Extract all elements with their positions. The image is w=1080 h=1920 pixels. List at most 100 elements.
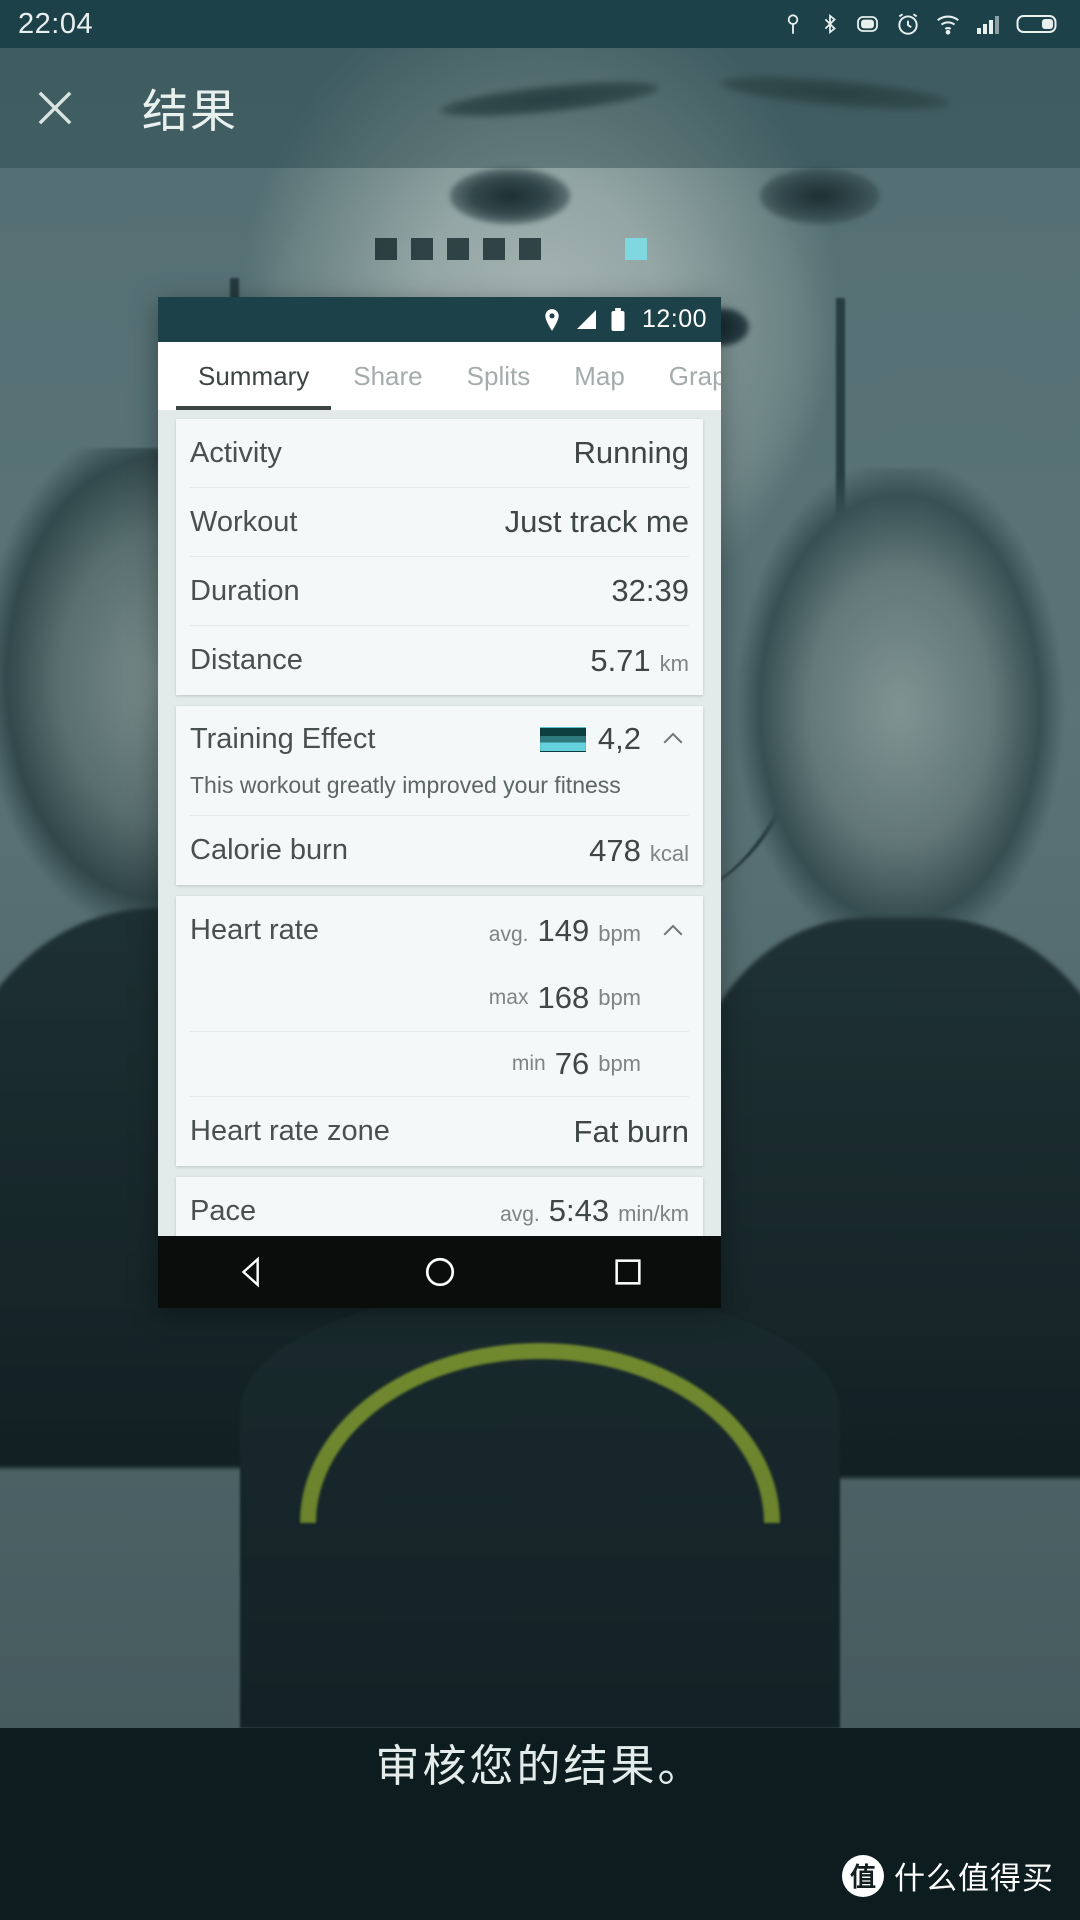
battery-icon [610, 307, 626, 332]
workout-value: Just track me [504, 504, 689, 539]
bluetooth-icon [819, 11, 841, 37]
row-workout: Workout Just track me [190, 488, 689, 557]
hr-min-qualifier: min [511, 1052, 546, 1075]
hr-avg-value: 149 [537, 912, 590, 948]
close-icon [29, 82, 81, 134]
hr-max-value: 168 [537, 980, 590, 1015]
distance-unit: km [659, 650, 689, 676]
row-duration: Duration 32:39 [190, 557, 689, 626]
tab-map[interactable]: Map [552, 342, 647, 410]
training-effect-bar-icon [539, 726, 586, 752]
hr-max-unit: bpm [598, 985, 641, 1010]
summary-sheet[interactable]: Activity Running Workout Just track me D… [158, 410, 721, 1252]
calorie-value: 478 [589, 832, 641, 868]
row-label: Training Effect [190, 722, 376, 755]
nfc-icon [854, 11, 882, 37]
pace-qualifier: avg. [500, 1203, 540, 1226]
back-icon[interactable] [235, 1255, 269, 1289]
row-label: Heart rate [190, 914, 319, 946]
os-clock: 22:04 [18, 7, 94, 40]
hr-min-unit: bpm [598, 1051, 641, 1076]
tab-label: Graphs [668, 360, 721, 391]
duration-value: 32:39 [611, 573, 689, 608]
tab-bar: Summary Share Splits Map Graphs Zones [158, 342, 721, 410]
row-calorie-burn: Calorie burn 478 kcal [190, 816, 689, 885]
inner-phone-screenshot: 12:00 Summary Share Splits Map Graphs Zo… [158, 297, 721, 1307]
close-button[interactable] [0, 48, 110, 168]
signal-icon [975, 12, 1003, 36]
os-status-bar: 22:04 [0, 0, 1080, 48]
card-training-effect: Training Effect 4,2 This workout greatly… [176, 706, 703, 885]
wifi-icon [934, 11, 962, 37]
card-basics: Activity Running Workout Just track me D… [176, 419, 703, 695]
recents-icon[interactable] [612, 1256, 644, 1288]
app-bar: 结果 [0, 48, 1080, 168]
watermark: 值 什么值得买 [842, 1853, 1054, 1898]
hr-min-value: 76 [554, 1046, 590, 1081]
calorie-unit: kcal [649, 840, 689, 866]
pager-dot[interactable] [375, 238, 397, 260]
caption-text: 审核您的结果。 [375, 1742, 705, 1791]
tab-share[interactable]: Share [331, 342, 444, 410]
row-label: Calorie burn [190, 834, 348, 866]
row-value: avg. 5:43 min/km [500, 1193, 689, 1229]
watermark-text: 什么值得买 [894, 1861, 1054, 1896]
signal-icon [574, 309, 598, 331]
row-heart-rate-min: min 76 bpm [190, 1031, 689, 1097]
alarm-icon [895, 11, 921, 37]
card-heart-rate: Heart rate avg. 149 bpm max 168 bpm min … [176, 896, 703, 1166]
phone-clock: 12:00 [641, 305, 707, 333]
activity-value: Running [573, 435, 689, 470]
row-value: 478 kcal [589, 833, 689, 869]
page-title: 结果 [142, 85, 238, 137]
row-value: Running [574, 435, 689, 471]
home-icon[interactable] [423, 1255, 457, 1289]
pace-value: 5:43 [548, 1193, 610, 1228]
pager-dots [375, 238, 647, 260]
chevron-up-icon[interactable] [657, 916, 689, 946]
row-distance: Distance 5.71 km [190, 626, 689, 695]
hr-avg-qualifier: avg. [488, 922, 529, 946]
tab-label: Summary [198, 360, 310, 391]
row-value: Just track me [505, 504, 689, 540]
battery-icon [1016, 12, 1062, 36]
android-nav-bar [158, 1236, 721, 1308]
os-status-icons [780, 11, 1062, 37]
row-value: Fat burn [574, 1114, 689, 1150]
pager-dot[interactable] [447, 238, 469, 260]
training-effect-value: 4,2 [597, 721, 641, 756]
pace-unit: min/km [618, 1201, 689, 1226]
tab-label: Splits [466, 360, 531, 391]
row-value: avg. 149 bpm [489, 913, 641, 949]
hr-max-qualifier: max [488, 986, 529, 1009]
tab-graphs[interactable]: Graphs [647, 342, 721, 410]
row-heart-rate-zone: Heart rate zone Fat burn [190, 1097, 689, 1166]
tab-label: Map [574, 360, 625, 391]
row-label: Activity [190, 436, 282, 469]
row-label: Distance [190, 644, 303, 676]
row-activity: Activity Running [190, 419, 689, 488]
training-effect-description: This workout greatly improved your fitne… [190, 772, 689, 816]
chevron-up-icon[interactable] [657, 724, 689, 754]
cast-icon [780, 11, 806, 37]
tab-label: Share [353, 360, 423, 391]
pager-dot[interactable] [519, 238, 541, 260]
tab-splits[interactable]: Splits [445, 342, 553, 410]
row-heart-rate-max: max 168 bpm [190, 965, 689, 1031]
row-label: Heart rate zone [190, 1115, 390, 1147]
row-label: Pace [190, 1194, 257, 1227]
tab-summary[interactable]: Summary [176, 342, 331, 410]
distance-value: 5.71 [590, 642, 651, 678]
hr-zone-value: Fat burn [573, 1113, 689, 1149]
row-heart-rate[interactable]: Heart rate avg. 149 bpm [190, 896, 689, 965]
row-training-effect[interactable]: Training Effect 4,2 [190, 706, 689, 772]
row-value: 5.71 km [590, 643, 689, 679]
pager-dot[interactable] [483, 238, 505, 260]
watermark-badge-icon: 值 [842, 1854, 884, 1897]
pager-dot[interactable] [411, 238, 433, 260]
row-label: Workout [190, 505, 298, 538]
pager-dot-active[interactable] [625, 238, 647, 260]
row-label: Duration [190, 574, 300, 607]
row-value: 32:39 [611, 573, 689, 609]
location-icon [542, 307, 562, 333]
